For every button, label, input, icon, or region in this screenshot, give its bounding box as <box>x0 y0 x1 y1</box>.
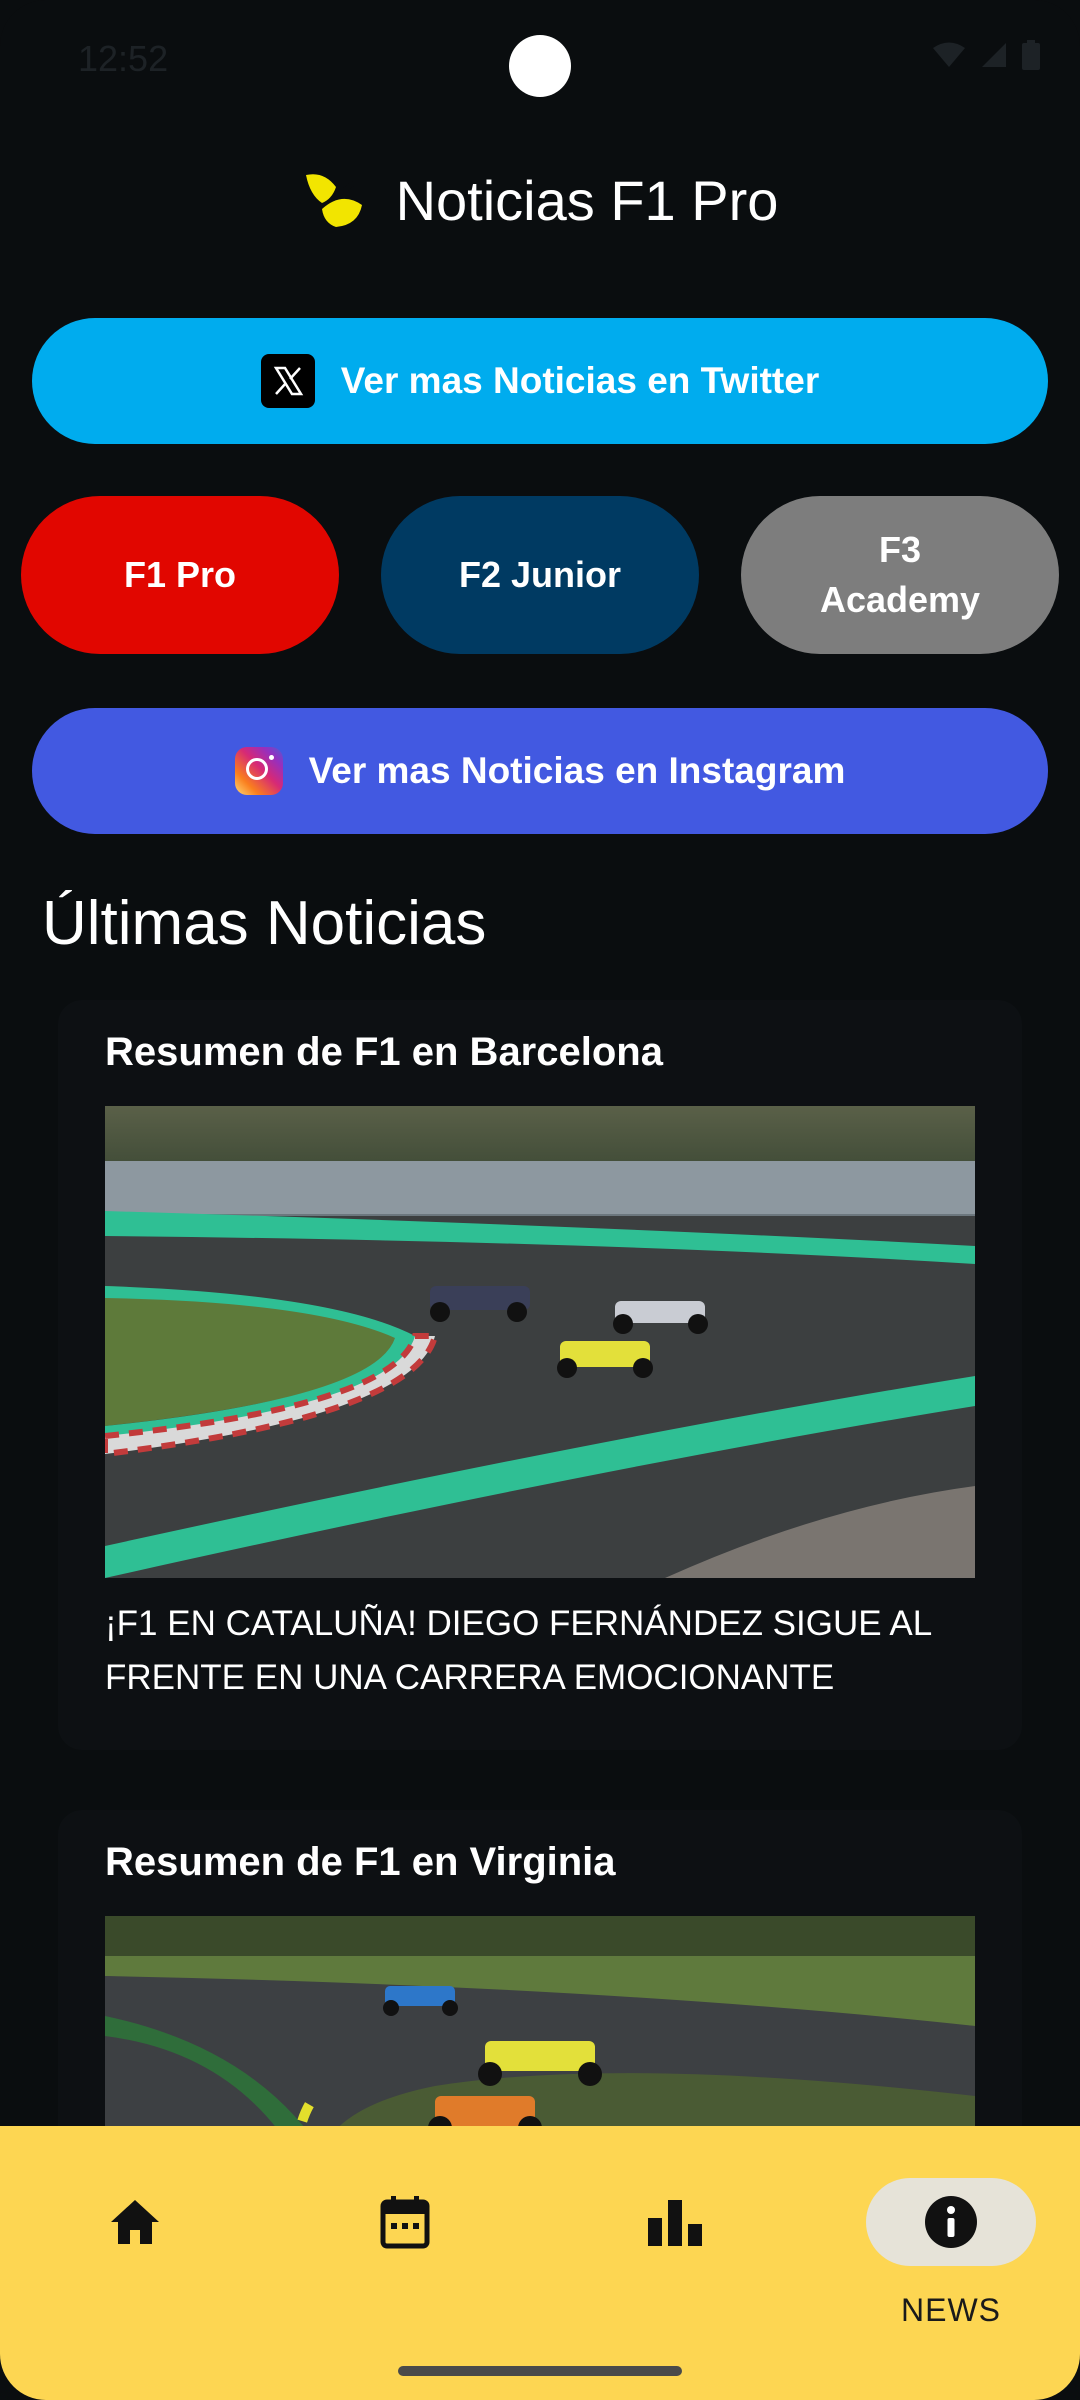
wifi-icon <box>933 42 965 67</box>
bar-chart-icon <box>648 2200 702 2246</box>
info-icon <box>925 2196 977 2248</box>
nav-standings[interactable] <box>540 2156 810 2356</box>
instagram-news-button[interactable]: Ver mas Noticias en Instagram <box>32 708 1048 834</box>
calendar-icon <box>380 2196 430 2249</box>
nav-news-pill <box>866 2178 1036 2266</box>
instagram-logo-icon <box>234 747 283 795</box>
system-icons <box>932 40 1040 70</box>
category-label: F3 Academy <box>819 528 981 620</box>
status-bar: 12:52 <box>0 0 1080 120</box>
bottom-navigation: NEWS <box>0 2126 1080 2400</box>
nav-calendar[interactable] <box>270 2156 540 2356</box>
nav-news[interactable]: NEWS <box>816 2156 1080 2356</box>
category-f1-pro-button[interactable]: F1 Pro <box>21 496 339 654</box>
app-screen: 12:52 Noticias F1 Pro Ver mas Noticias e… <box>0 0 1080 2400</box>
news-description: ¡F1 EN CATALUÑA! DIEGO FERNÁNDEZ SIGUE A… <box>105 1604 931 1697</box>
app-header: Noticias F1 Pro <box>0 160 1080 240</box>
app-title: Noticias F1 Pro <box>395 168 779 232</box>
status-time: 12:52 <box>78 38 169 79</box>
section-title: Últimas Noticias <box>42 889 487 958</box>
category-f3-academy-button[interactable]: F3 Academy <box>741 496 1059 654</box>
category-label: F1 Pro <box>123 553 237 595</box>
twitter-button-label: Ver mas Noticias en Twitter <box>340 360 820 401</box>
nav-home-pill <box>50 2178 220 2266</box>
battery-icon <box>1022 40 1040 70</box>
nav-calendar-pill <box>320 2178 490 2266</box>
signal-icon <box>982 43 1006 67</box>
home-icon <box>111 2200 159 2244</box>
category-f2-junior-button[interactable]: F2 Junior <box>381 496 699 654</box>
nav-news-label: NEWS <box>901 2292 1001 2328</box>
helmet-wing-logo-icon <box>305 174 362 227</box>
home-indicator[interactable] <box>398 2366 682 2376</box>
x-logo-icon <box>260 354 315 408</box>
category-label: F2 Junior <box>458 553 622 595</box>
news-title: Resumen de F1 en Virginia <box>105 1840 616 1884</box>
instagram-button-label: Ver mas Noticias en Instagram <box>308 750 846 791</box>
nav-standings-pill <box>590 2178 760 2266</box>
news-title: Resumen de F1 en Barcelona <box>105 1030 663 1074</box>
twitter-news-button[interactable]: Ver mas Noticias en Twitter <box>32 318 1048 444</box>
news-card[interactable]: Resumen de F1 en Barcelona ¡F1 EN CATALU… <box>58 1000 1022 1750</box>
news-image <box>105 1106 975 1578</box>
camera-cutout <box>509 35 571 97</box>
nav-home[interactable] <box>0 2156 270 2356</box>
